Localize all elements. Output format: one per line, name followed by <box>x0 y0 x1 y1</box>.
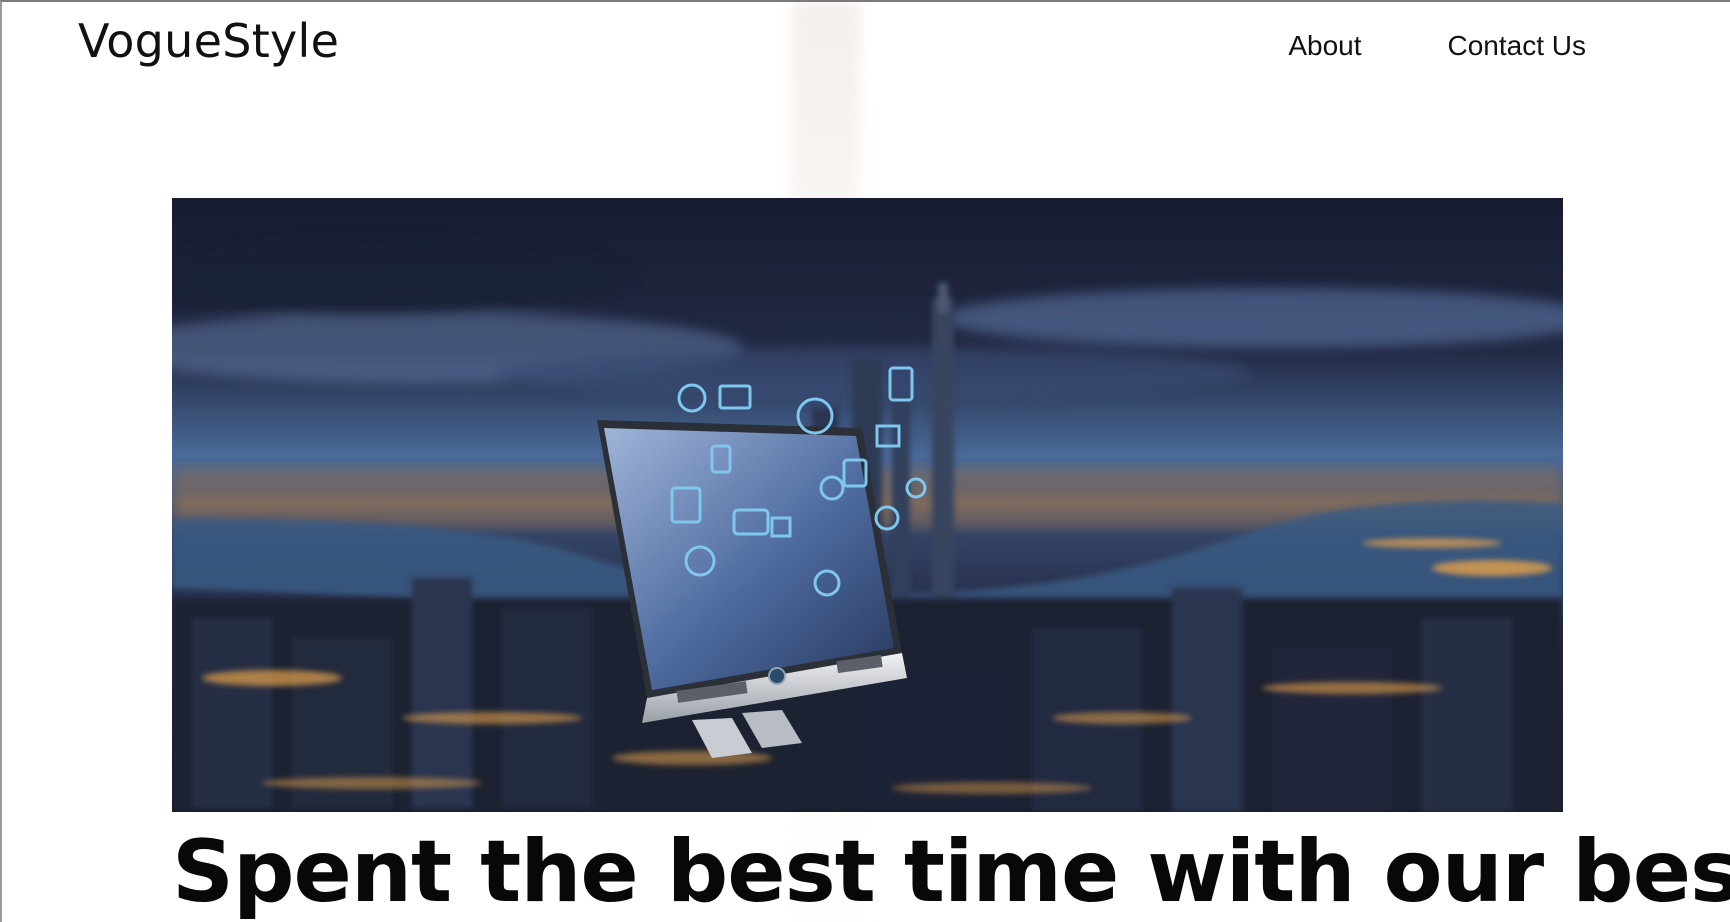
page: VogueStyle About Contact Us Spent the be… <box>0 0 1730 922</box>
site-logo[interactable]: VogueStyle <box>78 14 339 68</box>
main-nav: About Contact Us <box>1288 30 1586 62</box>
hero-city-night-illustration <box>172 198 1563 812</box>
nav-contact-link[interactable]: Contact Us <box>1448 30 1587 62</box>
hero-image <box>172 198 1563 812</box>
hero-headline: Spent the best time with our best <box>172 822 1730 922</box>
nav-about-link[interactable]: About <box>1288 30 1361 62</box>
